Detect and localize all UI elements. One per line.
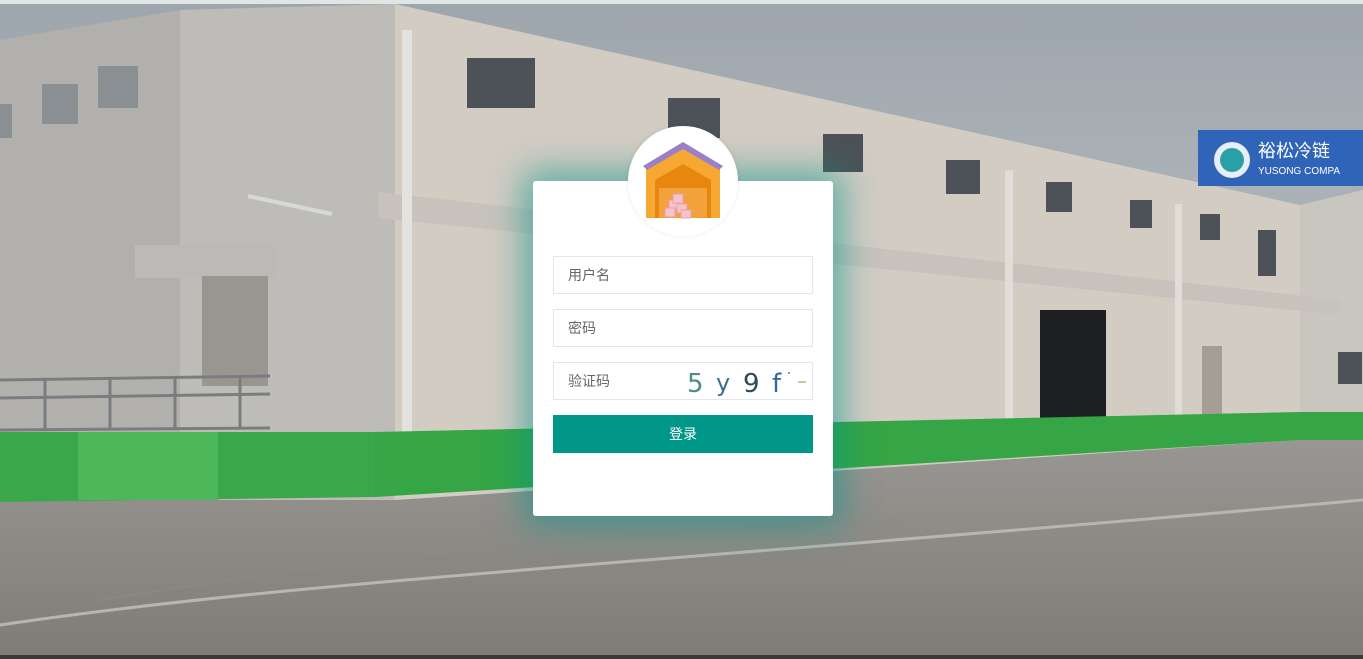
password-input[interactable]: [554, 310, 812, 346]
captcha-noise-dot: [788, 372, 790, 374]
captcha-char-2: y: [716, 369, 730, 397]
captcha-char-1: 5: [688, 369, 704, 399]
captcha-image[interactable]: 5 y 9 f: [688, 363, 812, 399]
captcha-char-4: f: [772, 369, 782, 399]
username-field[interactable]: [553, 256, 813, 294]
username-input[interactable]: [554, 257, 812, 293]
signboard-subtext: YUSONG COMPA: [1258, 166, 1340, 177]
bottom-edge: [0, 655, 1363, 659]
captcha-char-3: 9: [743, 369, 760, 399]
login-button[interactable]: 登录: [553, 415, 813, 453]
logo-badge: [628, 126, 738, 236]
captcha-field[interactable]: 5 y 9 f: [553, 362, 813, 400]
warehouse-icon: [643, 142, 723, 219]
password-field[interactable]: [553, 309, 813, 347]
captcha-input[interactable]: [554, 363, 684, 399]
top-edge: [0, 0, 1363, 4]
signboard-text: 裕松冷链: [1258, 141, 1330, 162]
